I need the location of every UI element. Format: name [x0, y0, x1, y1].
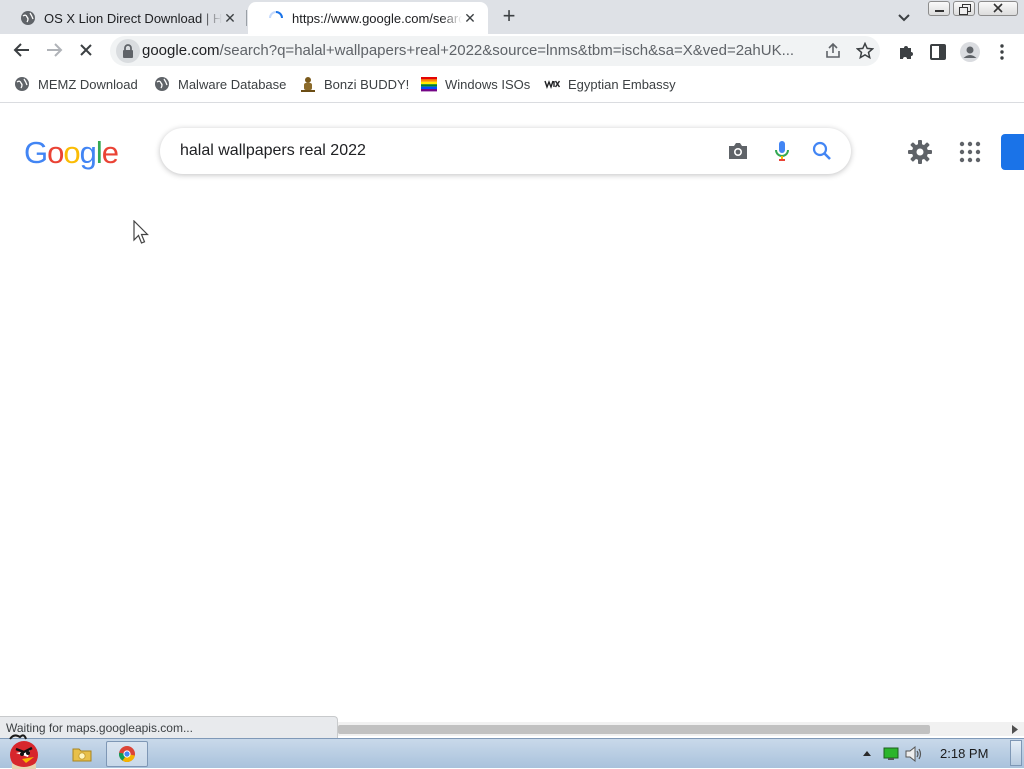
show-desktop-button[interactable] [1010, 740, 1022, 766]
taskbar-chrome-button[interactable] [106, 741, 148, 767]
forward-arrow-icon [47, 43, 63, 57]
url-text[interactable]: google.com/search?q=halal+wallpapers+rea… [142, 36, 818, 66]
google-apps-grid-icon[interactable] [958, 140, 982, 164]
lock-icon [123, 44, 133, 58]
close-icon [993, 3, 1003, 13]
back-button[interactable] [8, 36, 36, 64]
share-icon[interactable] [824, 42, 842, 60]
tab-title: https://www.google.com/search?q [292, 10, 462, 26]
extensions-puzzle-icon[interactable] [897, 43, 915, 61]
window-close-button[interactable] [978, 1, 1018, 16]
globe-icon [155, 77, 169, 91]
tab-os-x-lion[interactable]: OS X Lion Direct Download | Hi ✕ [0, 2, 248, 34]
tab-search-chevron-icon[interactable] [894, 8, 914, 26]
mouse-pointer-icon [133, 220, 149, 244]
bookmark-memz-download[interactable]: MEMZ Download [14, 70, 138, 98]
address-bar[interactable]: google.com/search?q=halal+wallpapers+rea… [110, 36, 880, 66]
minimize-button[interactable] [928, 1, 950, 16]
tray-expand-arrow-icon[interactable] [862, 749, 872, 757]
chrome-icon [118, 746, 135, 763]
globe-icon [15, 77, 29, 91]
google-logo[interactable]: Google [24, 135, 119, 170]
taskbar: 2:18 PM [0, 734, 1024, 769]
logo-letter: g [79, 135, 97, 170]
bookmark-bonzi-buddy[interactable]: Bonzi BUDDY! [300, 70, 409, 98]
search-icon[interactable] [812, 141, 832, 161]
search-box[interactable]: halal wallpapers real 2022 [160, 128, 851, 174]
logo-letter: G [24, 135, 48, 170]
rainbow-flag-icon [421, 77, 437, 92]
url-path: /search?q=halal+wallpapers+real+2022&sou… [219, 42, 795, 59]
search-query-input[interactable]: halal wallpapers real 2022 [180, 128, 366, 174]
explorer-folder-icon [72, 748, 92, 762]
kebab-menu-icon[interactable] [994, 43, 1010, 61]
taskbar-clock[interactable]: 2:18 PM [940, 739, 988, 769]
microphone-icon[interactable] [774, 140, 790, 164]
scroll-right-arrow-icon[interactable] [1011, 725, 1019, 734]
forward-button[interactable] [40, 36, 68, 64]
url-host: google.com [142, 42, 220, 59]
volume-speaker-icon[interactable] [904, 746, 924, 762]
bookmarks-bar: MEMZ Download Malware Database Bonzi BUD… [0, 70, 1024, 103]
horizontal-scrollbar[interactable] [338, 722, 1024, 736]
bookmark-malware-database[interactable]: Malware Database [154, 70, 286, 98]
bookmark-label: MEMZ Download [38, 76, 138, 92]
wix-icon [544, 80, 560, 90]
taskbar-folder-button[interactable] [70, 741, 94, 767]
tab-title: OS X Lion Direct Download | Hi [44, 10, 222, 26]
bookmark-label: Bonzi BUDDY! [324, 76, 410, 92]
browser-toolbar: google.com/search?q=halal+wallpapers+rea… [0, 34, 1024, 70]
tab-strip: OS X Lion Direct Download | Hi ✕ https:/… [0, 0, 1024, 34]
bookmark-star-icon[interactable] [856, 42, 874, 60]
logo-letter: o [47, 135, 64, 170]
new-tab-button[interactable]: + [498, 5, 520, 28]
tab-close-icon[interactable]: ✕ [222, 10, 238, 26]
restore-button[interactable] [953, 1, 975, 16]
start-button[interactable] [0, 731, 52, 769]
side-panel-icon[interactable] [929, 43, 947, 61]
sign-in-button[interactable] [1001, 134, 1024, 170]
loading-spinner-icon [269, 11, 283, 19]
logo-letter: e [101, 135, 119, 170]
back-arrow-icon [13, 43, 29, 57]
stop-loading-button[interactable] [72, 36, 100, 64]
tab-google-search[interactable]: https://www.google.com/search?q ✕ [248, 2, 488, 34]
scrollbar-thumb[interactable] [338, 725, 930, 734]
bookmark-windows-isos[interactable]: Windows ISOs [421, 70, 530, 98]
globe-icon [21, 11, 35, 25]
site-info-button[interactable] [116, 39, 140, 63]
bookmark-label: Malware Database [178, 76, 287, 92]
settings-gear-icon[interactable] [906, 138, 934, 166]
camera-lens-icon[interactable] [727, 141, 749, 161]
angry-bird-start-icon [9, 734, 38, 769]
bookmark-label: Windows ISOs [445, 76, 531, 92]
bookmark-label: Egyptian Embassy [568, 76, 676, 92]
tab-separator [246, 10, 247, 26]
tab-close-icon[interactable]: ✕ [462, 10, 478, 26]
profile-avatar-icon[interactable] [959, 41, 981, 63]
network-status-icon[interactable] [882, 746, 900, 762]
bonzi-icon [301, 77, 315, 92]
logo-letter: o [63, 135, 80, 170]
stop-x-icon [80, 44, 92, 56]
bookmark-egyptian-embassy[interactable]: Egyptian Embassy [544, 70, 676, 98]
